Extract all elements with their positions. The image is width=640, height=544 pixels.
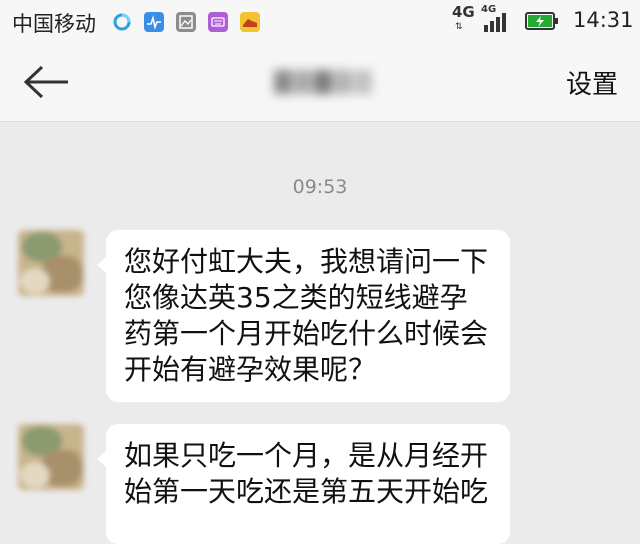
settings-button[interactable]: 设置 <box>566 64 618 101</box>
chat-header: 设置 <box>0 44 640 122</box>
message-timestamp: 09:53 <box>292 176 348 198</box>
message-bubble[interactable]: 如果只吃一个月，是从月经开始第一天吃还是第五天开始吃 <box>97 424 510 544</box>
gallery-icon <box>176 12 196 32</box>
battery-charging-icon <box>525 12 559 30</box>
browser-icon <box>112 12 132 32</box>
status-bar: 中国移动 4G ⇅ 4G 14:31 <box>0 0 640 44</box>
carrier-name: 中国移动 <box>12 12 96 36</box>
message-text: 您好付虹大夫，我想请问一下您像达英35之类的短线避孕药第一个月开始吃什么时候会开… <box>124 245 489 386</box>
network-type-1: 4G <box>452 3 475 21</box>
data-arrows-icon: ⇅ <box>455 22 462 32</box>
arrow-left-icon <box>23 65 68 99</box>
keyboard-icon <box>208 12 228 32</box>
signal-strength-icon <box>483 12 509 32</box>
shoe-app-icon <box>240 12 260 32</box>
status-clock: 14:31 <box>573 8 634 32</box>
back-button[interactable] <box>22 64 72 100</box>
chart-app-icon <box>144 12 164 32</box>
message-text: 如果只吃一个月，是从月经开始第一天吃还是第五天开始吃 <box>124 439 489 508</box>
message-bubble[interactable]: 您好付虹大夫，我想请问一下您像达英35之类的短线避孕药第一个月开始吃什么时候会开… <box>97 230 510 402</box>
avatar[interactable] <box>18 230 84 296</box>
contact-name-blurred <box>272 66 374 100</box>
avatar[interactable] <box>18 424 84 490</box>
